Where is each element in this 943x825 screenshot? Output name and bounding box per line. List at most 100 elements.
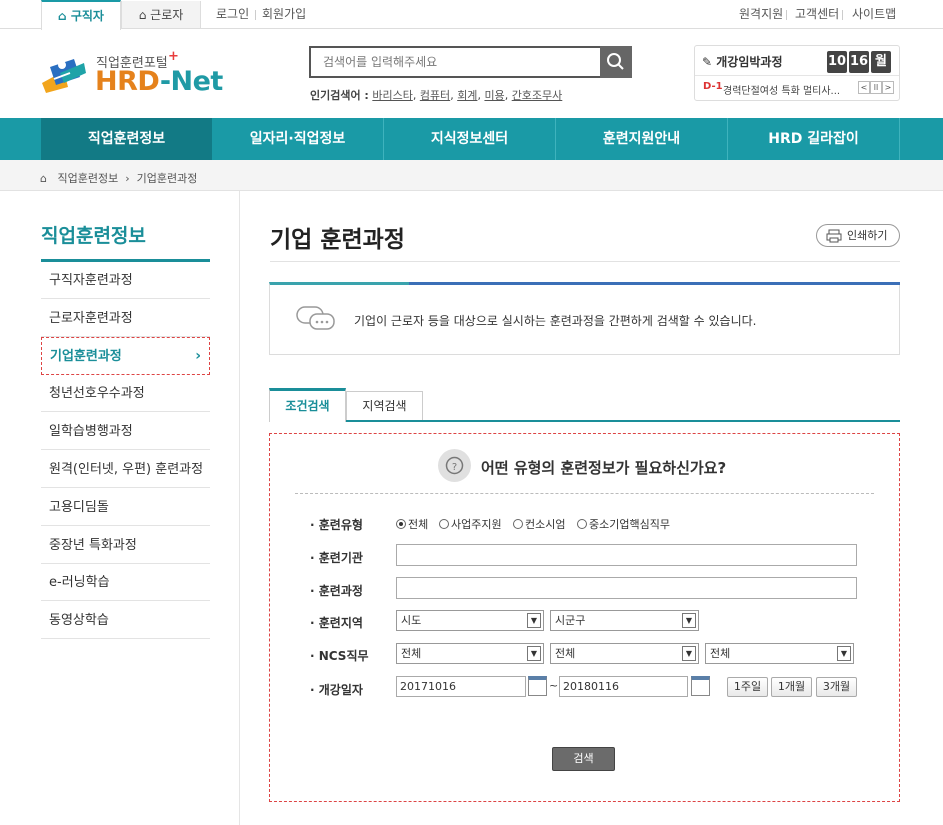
divider [255, 10, 256, 20]
divider [295, 493, 874, 494]
date-to-input[interactable]: 20180116 [559, 676, 688, 697]
sidebar-item-worker[interactable]: 근로자훈련과정 [41, 300, 210, 337]
period-3month-button[interactable]: 3개월 [816, 677, 857, 697]
sidebar-item-label: 기업훈련과정 [50, 349, 122, 364]
sidebar-item-video[interactable]: 동영상학습 [41, 602, 210, 639]
search-submit-button[interactable]: 검색 [552, 747, 615, 771]
chevron-down-icon: ▼ [837, 646, 851, 661]
tab-worker[interactable]: ⌂ 근로자 [121, 1, 201, 28]
tab-region-search[interactable]: 지역검색 [346, 391, 423, 420]
sidebar-item-jobseeker[interactable]: 구직자훈련과정 [41, 262, 210, 299]
keyword-link[interactable]: 바리스타 [372, 89, 412, 102]
upcoming-course-link[interactable]: 경력단절여성 특화 멀티사... [723, 82, 853, 97]
calendar-icon[interactable] [528, 676, 547, 696]
logo-name[interactable]: HRD-Net [95, 66, 223, 97]
period-1week-button[interactable]: 1주일 [727, 677, 768, 697]
logo-name-hrd: HRD [95, 66, 160, 97]
page-title: 기업 훈련과정 [270, 227, 405, 253]
divider [695, 75, 899, 76]
date-from-input[interactable]: 20171016 [396, 676, 526, 697]
prev-button[interactable]: < [858, 81, 870, 94]
search-input[interactable]: 검색어를 입력해주세요 [309, 46, 601, 78]
print-button[interactable]: 인쇄하기 [816, 224, 900, 247]
breadcrumb-level2[interactable]: 기업훈련과정 [137, 172, 198, 185]
dday-badge: D-1 [703, 81, 723, 92]
tab-jobseeker[interactable]: ⌂ 구직자 [41, 0, 121, 30]
radio-sme-core[interactable]: 중소기업핵심직무 [577, 516, 670, 532]
radio-label: 중소기업핵심직무 [589, 518, 670, 531]
pause-button[interactable]: ll [870, 81, 882, 94]
remote-support-link[interactable]: 원격지원 [739, 0, 783, 29]
sidebar-item-enterprise[interactable]: 기업훈련과정 › [41, 337, 210, 375]
ncs-select-3[interactable]: 전체 ▼ [705, 643, 854, 664]
label-training-org: · 훈련기관 [310, 551, 363, 565]
radio-dot [439, 519, 449, 529]
divider [786, 10, 787, 20]
radio-dot [513, 519, 523, 529]
radio-employer[interactable]: 사업주지원 [439, 516, 502, 532]
chevron-down-icon: ▼ [527, 613, 541, 628]
form-question: 어떤 유형의 훈련정보가 필요하신가요? [481, 459, 727, 477]
login-link[interactable]: 로그인 [216, 0, 249, 29]
next-button[interactable]: > [882, 81, 894, 94]
sido-select[interactable]: 시도 ▼ [396, 610, 544, 631]
training-org-input[interactable] [396, 544, 857, 566]
keyword-link[interactable]: 컴퓨터 [420, 89, 450, 102]
divider [842, 10, 843, 20]
speech-bubble-icon [296, 306, 335, 330]
radio-dot [577, 519, 587, 529]
select-value: 전체 [710, 647, 731, 660]
tab-condition-search[interactable]: 조건검색 [269, 388, 346, 422]
date-weekday: 월 [871, 51, 891, 73]
home-icon[interactable]: ⌂ [40, 172, 47, 185]
date-day: 16 [849, 51, 869, 73]
nav-hrd-guide[interactable]: HRD 길라잡이 [728, 118, 899, 160]
breadcrumb: ⌂ 직업훈련정보 › 기업훈련과정 [40, 172, 198, 185]
nav-job-info[interactable]: 일자리·직업정보 [212, 118, 383, 160]
radio-all[interactable]: 전체 [396, 516, 428, 532]
nav-training-support[interactable]: 훈련지원안내 [556, 118, 727, 160]
printer-icon [826, 229, 842, 243]
keyword-link[interactable]: 회계 [457, 89, 477, 102]
sitemap-link[interactable]: 사이트맵 [852, 0, 896, 29]
ncs-select-1[interactable]: 전체 ▼ [396, 643, 544, 664]
sigungu-select[interactable]: 시군구 ▼ [550, 610, 699, 631]
chevron-down-icon: ▼ [682, 613, 696, 628]
sidebar-item-middle-aged[interactable]: 중장년 특화과정 [41, 527, 210, 564]
divider [270, 261, 900, 262]
customer-center-link[interactable]: 고객센터 [795, 0, 839, 29]
radio-consortium[interactable]: 컨소시엄 [513, 516, 565, 532]
sidebar-item-stepping-stone[interactable]: 고용디딤돌 [41, 489, 210, 526]
home-icon: ⌂ [138, 8, 147, 22]
tab-jobseeker-label: 구직자 [70, 9, 104, 23]
ncs-select-2[interactable]: 전체 ▼ [550, 643, 699, 664]
select-value: 전체 [401, 647, 422, 660]
chevron-down-icon: ▼ [527, 646, 541, 661]
training-course-input[interactable] [396, 577, 857, 599]
radio-label: 사업주지원 [451, 518, 502, 531]
sidebar-item-work-study[interactable]: 일학습병행과정 [41, 413, 210, 450]
period-1month-button[interactable]: 1개월 [771, 677, 812, 697]
keyword-link[interactable]: 간호조무사 [512, 89, 563, 102]
popular-keywords: 인기검색어 : 바리스타, 컴퓨터, 회계, 미용, 간호조무사 [310, 89, 563, 102]
sidebar-item-elearning[interactable]: e-러닝학습 [41, 564, 210, 601]
logo-plus: + [168, 49, 179, 64]
hrd-logo-icon[interactable] [40, 53, 86, 93]
label-start-date: · 개강일자 [310, 683, 363, 697]
sidebar-item-remote[interactable]: 원격(인터넷, 우편) 훈련과정 [41, 451, 210, 488]
calendar-icon[interactable] [691, 676, 710, 696]
breadcrumb-level1[interactable]: 직업훈련정보 [57, 172, 118, 185]
home-icon: ⌂ [58, 9, 67, 23]
nav-training-info[interactable]: 직업훈련정보 [41, 118, 212, 160]
keyword-link[interactable]: 미용 [484, 89, 504, 102]
nav-knowledge-center[interactable]: 지식정보센터 [384, 118, 555, 160]
search-button[interactable] [600, 46, 632, 78]
signup-link[interactable]: 회원가입 [262, 0, 306, 29]
widget-title: ✎ 개강임박과정 [702, 53, 783, 70]
info-text: 기업이 근로자 등을 대상으로 실시하는 훈련과정을 간편하게 검색할 수 있습… [354, 314, 757, 328]
select-value: 전체 [555, 647, 576, 660]
tab-worker-label: 근로자 [150, 8, 184, 22]
date-month: 10 [827, 51, 847, 73]
sidebar-item-youth[interactable]: 청년선호우수과정 [41, 375, 210, 412]
document-icon: ✎ [702, 55, 713, 69]
